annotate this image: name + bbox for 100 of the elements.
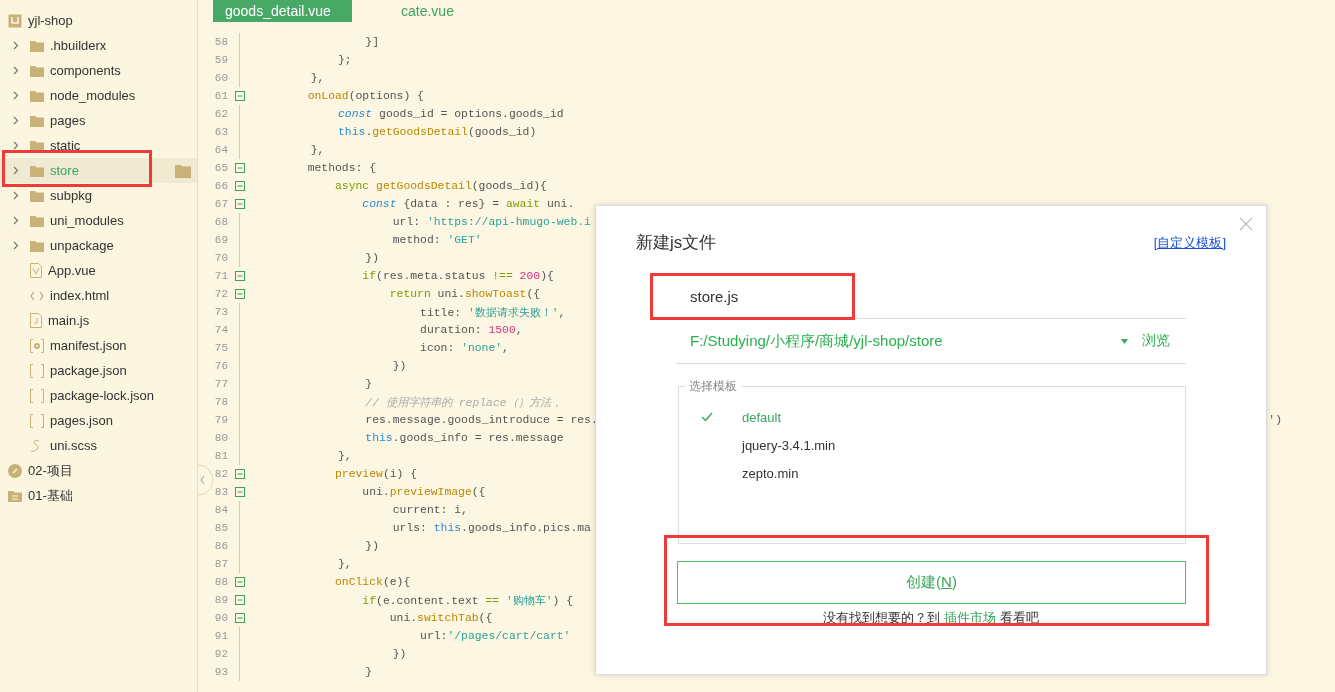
code-line: onLoad(options) { [306, 90, 424, 102]
code-line: duration: 1500, [419, 324, 523, 336]
brackets-icon [30, 363, 44, 378]
code-line: }, [337, 558, 352, 570]
code-line: }, [309, 144, 325, 156]
tree-item[interactable]: .hbuilderx [0, 33, 197, 58]
tree-item[interactable]: yjl-shop [0, 8, 197, 33]
line-number: 62 [213, 108, 228, 120]
dropdown-icon[interactable] [1121, 338, 1128, 344]
code-line: const {data : res} = await uni. [361, 198, 575, 210]
fold-icon[interactable] [235, 577, 245, 587]
tree-item[interactable]: unpackage [0, 233, 197, 258]
fold-icon[interactable] [235, 271, 245, 281]
fold-icon[interactable] [235, 91, 245, 101]
code-line: res.message.goods_introduce = res. [364, 414, 598, 426]
line-number: 66 [213, 180, 228, 192]
line-number: 89 [213, 594, 228, 606]
tree-item[interactable]: 02-项目 [0, 458, 197, 483]
tree-item[interactable]: node_modules [0, 83, 197, 108]
code-line: const goods_id = options.goods_id [337, 108, 564, 120]
file-icon [30, 313, 42, 328]
chevron-icon [13, 41, 19, 50]
code-line: if(e.content.text == '购物车') { [361, 593, 574, 608]
line-number: 69 [213, 234, 228, 246]
tree-item[interactable]: uni.scss [0, 433, 197, 458]
line-number: 82 [213, 468, 228, 480]
tree-item[interactable]: uni_modules [0, 208, 197, 233]
tree-item[interactable]: main.js [0, 308, 197, 333]
fold-icon[interactable] [235, 289, 245, 299]
line-number: 58 [213, 36, 228, 48]
code-line: if(res.meta.status !== 200){ [361, 270, 554, 282]
tree-item[interactable]: manifest.json [0, 333, 197, 358]
line-number: 87 [213, 558, 228, 570]
folder-icon [30, 89, 44, 102]
fold-icon[interactable] [235, 469, 245, 479]
collapse-icon[interactable] [198, 464, 214, 496]
tree-item[interactable]: index.html [0, 283, 197, 308]
folder-icon[interactable] [175, 164, 191, 178]
custom-template-link[interactable]: [自定义模板] [1153, 233, 1226, 252]
fold-icon[interactable] [235, 487, 245, 497]
line-number: 92 [213, 648, 228, 660]
code-line: this.getGoodsDetail(goods_id) [337, 126, 537, 138]
line-number: 71 [213, 270, 228, 282]
gear-file-icon [30, 338, 44, 353]
code-line: } [364, 378, 373, 390]
code-line: }) [391, 360, 407, 372]
code-line: }, [309, 72, 325, 84]
chevron-icon [13, 166, 19, 175]
file-icon [30, 263, 42, 278]
line-number: 63 [213, 126, 228, 138]
line-number: 73 [213, 306, 228, 318]
code-line: uni.switchTab({ [388, 612, 493, 624]
fold-icon[interactable] [235, 613, 245, 623]
line-number: 60 [213, 72, 228, 84]
fold-icon[interactable] [235, 595, 245, 605]
code-icon [30, 290, 44, 301]
tree-item[interactable]: package.json [0, 358, 197, 383]
folder-icon [30, 164, 44, 177]
tree-item[interactable]: pages.json [0, 408, 197, 433]
tree-item[interactable]: package-lock.json [0, 383, 197, 408]
line-number: 84 [213, 504, 228, 516]
tree-item[interactable]: components [0, 58, 197, 83]
chevron-icon [13, 116, 19, 125]
chevron-icon [13, 216, 19, 225]
line-number: 67 [213, 198, 228, 210]
fold-icon[interactable] [235, 181, 245, 191]
line-number: 80 [213, 432, 228, 444]
chevron-icon [13, 241, 19, 250]
folder-icon [8, 489, 22, 502]
close-icon[interactable] [1239, 217, 1253, 231]
line-number: 79 [213, 414, 228, 426]
fold-icon[interactable] [235, 199, 245, 209]
line-number: 64 [213, 144, 228, 156]
tree-item[interactable]: 01-基础 [0, 483, 197, 508]
folder-icon [30, 239, 44, 252]
code-line: }) [391, 648, 407, 660]
tree-item[interactable]: static [0, 133, 197, 158]
line-number: 78 [213, 396, 228, 408]
line-number: 61 [213, 90, 228, 102]
check-icon [701, 412, 713, 422]
tree-item[interactable]: pages [0, 108, 197, 133]
tree-item[interactable]: subpkg [0, 183, 197, 208]
fold-icon[interactable] [235, 163, 245, 173]
code-fragment: ') [1268, 414, 1282, 426]
template-item[interactable]: zepto.min [679, 459, 1185, 487]
tree-item[interactable]: App.vue [0, 258, 197, 283]
line-number: 91 [213, 630, 228, 642]
line-number: 86 [213, 540, 228, 552]
line-number: 81 [213, 450, 228, 462]
code-line: }, [337, 450, 352, 462]
dialog-title: 新建js文件 [636, 232, 717, 254]
panel-legend: 选择模板 [685, 378, 741, 395]
folder-icon [30, 139, 44, 152]
code-line: }) [364, 252, 380, 264]
code-line: current: i, [391, 504, 468, 516]
line-number: 75 [213, 342, 228, 354]
file-name-field[interactable]: store.js [650, 274, 1186, 319]
code-line: }] [364, 36, 380, 48]
code-line: }) [364, 540, 380, 552]
template-item[interactable]: jquery-3.4.1.min [679, 431, 1185, 459]
